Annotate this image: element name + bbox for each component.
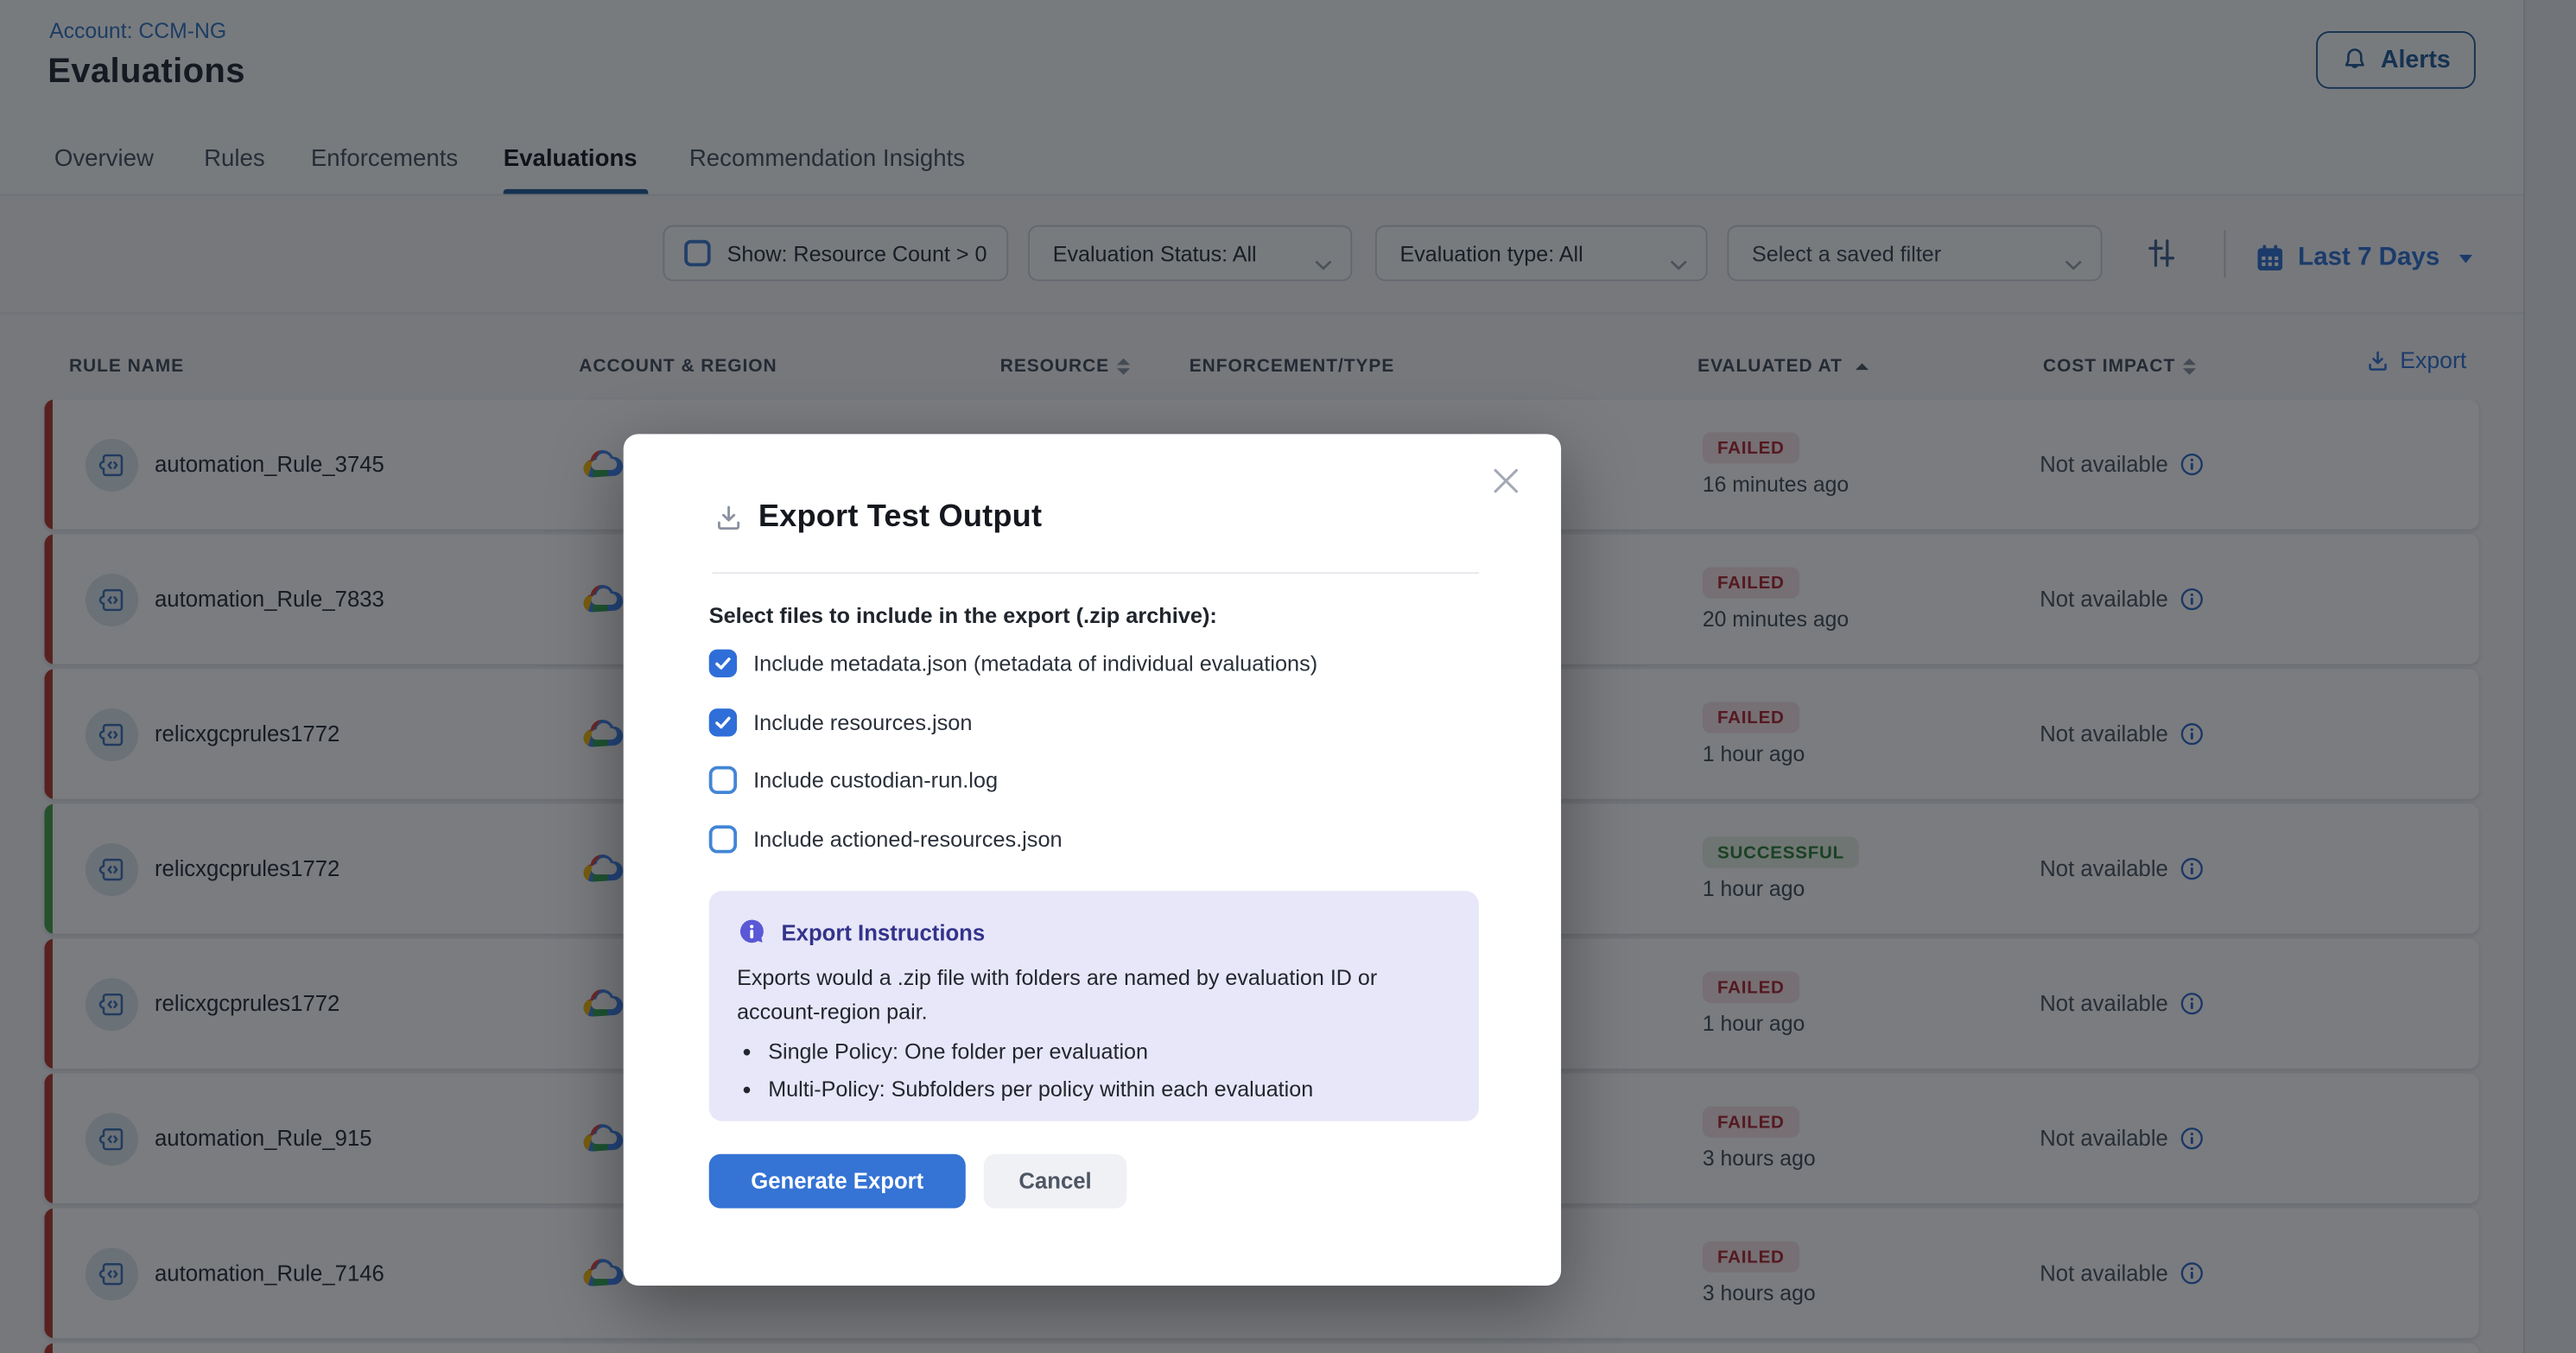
checkbox-label: Include actioned-resources.json [753,827,1063,852]
checkbox-include-resources[interactable]: Include resources.json [709,708,973,736]
instructions-bullet: Single Policy: One folder per evaluation [768,1032,1313,1070]
checkbox-checked-icon[interactable] [709,708,737,736]
checkbox-include-custodian-log[interactable]: Include custodian-run.log [709,766,998,794]
instructions-body: Exports would a .zip file with folders a… [737,960,1412,1029]
export-instructions-panel: Export Instructions Exports would a .zip… [709,891,1479,1121]
info-bubble-icon [737,918,766,947]
checkbox-label: Include custodian-run.log [753,768,998,793]
download-icon [714,503,743,532]
export-modal: Export Test Output Select files to inclu… [624,434,1561,1286]
instructions-bullets: Single Policy: One folder per evaluation… [742,1032,1313,1108]
generate-export-button[interactable]: Generate Export [709,1154,966,1209]
checkbox-label: Include metadata.json (metadata of indiv… [753,651,1317,676]
checkbox-unchecked-icon[interactable] [709,825,737,853]
screen: Account: CCM-NG Evaluations Alerts Overv… [0,0,2576,1353]
checkbox-label: Include resources.json [753,710,972,735]
instructions-title: Export Instructions [781,920,985,945]
modal-intro-text: Select files to include in the export (.… [709,603,1217,628]
modal-divider [713,572,1479,574]
checkbox-checked-icon[interactable] [709,650,737,677]
instructions-bullet: Multi-Policy: Subfolders per policy with… [768,1070,1313,1108]
checkbox-include-actioned-resources[interactable]: Include actioned-resources.json [709,825,1063,853]
close-icon[interactable] [1494,468,1519,501]
cancel-button[interactable]: Cancel [984,1154,1127,1209]
checkbox-include-metadata[interactable]: Include metadata.json (metadata of indiv… [709,650,1318,677]
checkbox-unchecked-icon[interactable] [709,766,737,794]
modal-title: Export Test Output [758,499,1042,536]
